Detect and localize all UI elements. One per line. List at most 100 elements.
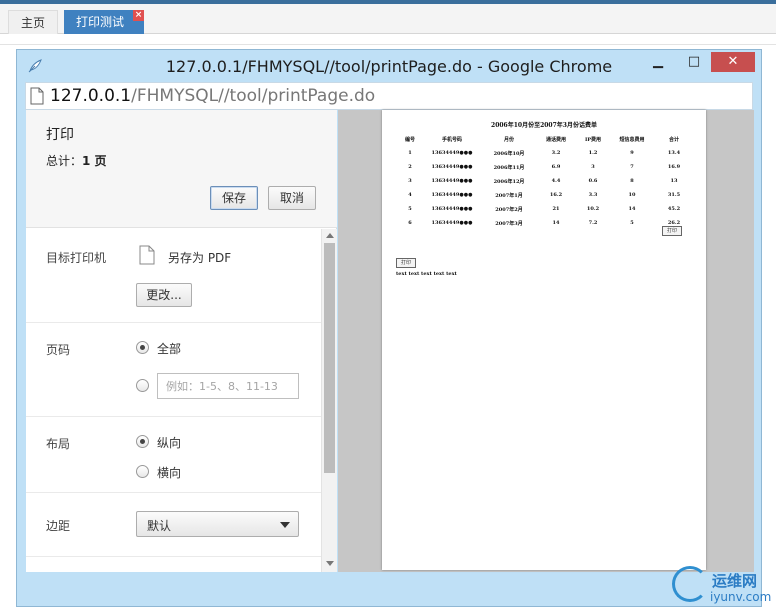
- layout-label: 布局: [46, 437, 71, 451]
- table-cell: 7.2: [588, 220, 598, 226]
- preview-print-button-2: 打印: [396, 258, 416, 268]
- chevron-down-icon: [280, 522, 290, 528]
- pages-custom-radio[interactable]: [136, 379, 149, 392]
- table-cell: 13634449●●●: [431, 150, 473, 156]
- url-text: 127.0.0.1/FHMYSQL//tool/printPage.do: [50, 86, 375, 106]
- table-cell: 6: [408, 220, 412, 226]
- pages-all-label: 全部: [157, 342, 182, 356]
- chrome-window: 127.0.0.1/FHMYSQL//tool/printPage.do - G…: [16, 49, 762, 607]
- preview-text-line: text text text text text: [396, 271, 457, 277]
- table-cell: 3: [408, 178, 412, 184]
- pages-label: 页码: [46, 343, 71, 357]
- header-cell: 短信息费用: [619, 136, 645, 143]
- table-cell: 21: [552, 206, 560, 212]
- page-icon: [30, 87, 44, 105]
- table-cell: 9: [630, 150, 634, 156]
- preview-page: 2006年10月份至2007年3月份话费单 编号 手机号码 月份 通话费用 IP…: [382, 110, 706, 570]
- header-cell: 手机号码: [441, 136, 462, 143]
- table-cell: 16.2: [549, 192, 563, 198]
- margins-select[interactable]: 默认: [136, 511, 299, 537]
- table-row: 4 13634449●●● 2007年1月 16.2 3.3 10 31.5: [398, 188, 694, 202]
- destination-section: 目标打印机 另存为 PDF 更改...: [26, 229, 321, 323]
- settings-scroll-area: 目标打印机 另存为 PDF 更改... 页码 全部 例如：1-5、8、11-13…: [26, 229, 337, 572]
- table-cell: 3: [591, 164, 595, 170]
- tab-close-icon[interactable]: ×: [133, 10, 145, 21]
- document-icon: [139, 245, 155, 265]
- header-cell: 编号: [404, 136, 415, 143]
- table-cell: 0.6: [588, 178, 598, 184]
- preview-table: 编号 手机号码 月份 通话费用 IP费用 短信息费用 合计 1 13634449…: [398, 132, 694, 230]
- cancel-button[interactable]: 取消: [268, 186, 316, 210]
- margins-label: 边距: [46, 519, 71, 533]
- watermark-ring-icon: [672, 566, 708, 602]
- table-cell: 13.4: [667, 150, 681, 156]
- table-cell: 13634449●●●: [431, 164, 473, 170]
- change-destination-button[interactable]: 更改...: [136, 283, 192, 307]
- app-tabbar: 主页 打印测试 ×: [0, 4, 776, 34]
- table-cell: 13: [670, 178, 678, 184]
- layout-landscape-radio[interactable]: [136, 465, 149, 478]
- table-row: 6 13634449●●● 2007年3月 14 7.2 5 26.2: [398, 216, 694, 230]
- watermark-en: iyunv.com: [710, 590, 772, 604]
- header-cell: 月份: [503, 136, 514, 143]
- watermark-cn: 运维网: [712, 572, 758, 590]
- table-row: 5 13634449●●● 2007年2月 21 10.2 14 45.2: [398, 202, 694, 216]
- scroll-down-icon[interactable]: [326, 561, 334, 566]
- table-cell: 4.4: [551, 178, 561, 184]
- table-cell: 2007年1月: [495, 192, 523, 199]
- minimize-icon: ▁: [653, 54, 663, 69]
- layout-portrait-radio[interactable]: [136, 435, 149, 448]
- destination-label: 目标打印机: [46, 251, 107, 265]
- close-button[interactable]: ✕: [711, 52, 755, 72]
- table-cell: 2006年12月: [493, 178, 525, 185]
- window-titlebar[interactable]: 127.0.0.1/FHMYSQL//tool/printPage.do - G…: [17, 50, 761, 82]
- preview-table-header: 编号 手机号码 月份 通话费用 IP费用 短信息费用 合计: [398, 132, 694, 146]
- table-cell: 4: [408, 192, 412, 198]
- table-cell: 2: [408, 164, 412, 170]
- address-bar[interactable]: 127.0.0.1/FHMYSQL//tool/printPage.do: [25, 82, 753, 110]
- tab-print-test-label: 打印测试: [76, 15, 125, 29]
- tab-print-test[interactable]: 打印测试 ×: [64, 10, 145, 34]
- scroll-up-icon[interactable]: [326, 233, 334, 238]
- pages-range-input[interactable]: 例如：1-5、8、11-13: [157, 373, 299, 399]
- table-cell: 3.2: [551, 150, 561, 156]
- table-cell: 14: [552, 220, 560, 226]
- save-button[interactable]: 保存: [210, 186, 258, 210]
- maximize-icon: □: [687, 54, 701, 69]
- total-value: 1 页: [82, 154, 107, 168]
- pages-all-radio[interactable]: [136, 341, 149, 354]
- watermark-logo: 运维网 iyunv.com: [672, 562, 772, 606]
- header-cell: 合计: [668, 136, 679, 143]
- header-cell: 通话费用: [545, 136, 566, 143]
- table-cell: 31.5: [667, 192, 681, 198]
- table-cell: 13634449●●●: [431, 178, 473, 184]
- print-header: 打印 总计：1 页 保存 取消: [26, 110, 337, 228]
- table-cell: 5: [408, 206, 412, 212]
- preview-print-button: 打印: [662, 226, 682, 236]
- total-label: 总计：: [46, 154, 83, 168]
- table-cell: 13634449●●●: [431, 192, 473, 198]
- preview-scrollbar[interactable]: [744, 110, 754, 572]
- maximize-button[interactable]: □: [681, 52, 707, 72]
- table-cell: 2007年3月: [495, 220, 523, 227]
- minimize-button[interactable]: ▁: [645, 52, 671, 72]
- destination-value: 另存为 PDF: [168, 251, 232, 265]
- print-settings-panel: 打印 总计：1 页 保存 取消 目标打印机 另存为 PDF 更改... 页码 全…: [26, 110, 337, 572]
- layout-landscape-label: 横向: [157, 466, 182, 480]
- print-total: 总计：1 页: [46, 152, 107, 169]
- settings-scrollbar[interactable]: [321, 229, 337, 572]
- margins-section: 边距 默认: [26, 493, 321, 557]
- table-cell: 2006年11月: [493, 164, 525, 171]
- scrollbar-thumb[interactable]: [324, 243, 335, 473]
- close-icon: ✕: [727, 54, 739, 69]
- table-row: 1 13634449●●● 2006年10月 3.2 1.2 9 13.4: [398, 146, 694, 160]
- print-preview: 2006年10月份至2007年3月份话费单 编号 手机号码 月份 通话费用 IP…: [338, 110, 754, 572]
- tab-home[interactable]: 主页: [8, 10, 59, 34]
- pages-section: 页码 全部 例如：1-5、8、11-13: [26, 323, 321, 417]
- table-row: 3 13634449●●● 2006年12月 4.4 0.6 8 13: [398, 174, 694, 188]
- table-cell: 13634449●●●: [431, 206, 473, 212]
- table-row: 2 13634449●●● 2006年11月 6.9 3 7 16.9: [398, 160, 694, 174]
- layout-section: 布局 纵向 横向: [26, 417, 321, 493]
- margins-value: 默认: [147, 519, 172, 533]
- table-cell: 1.2: [588, 150, 598, 156]
